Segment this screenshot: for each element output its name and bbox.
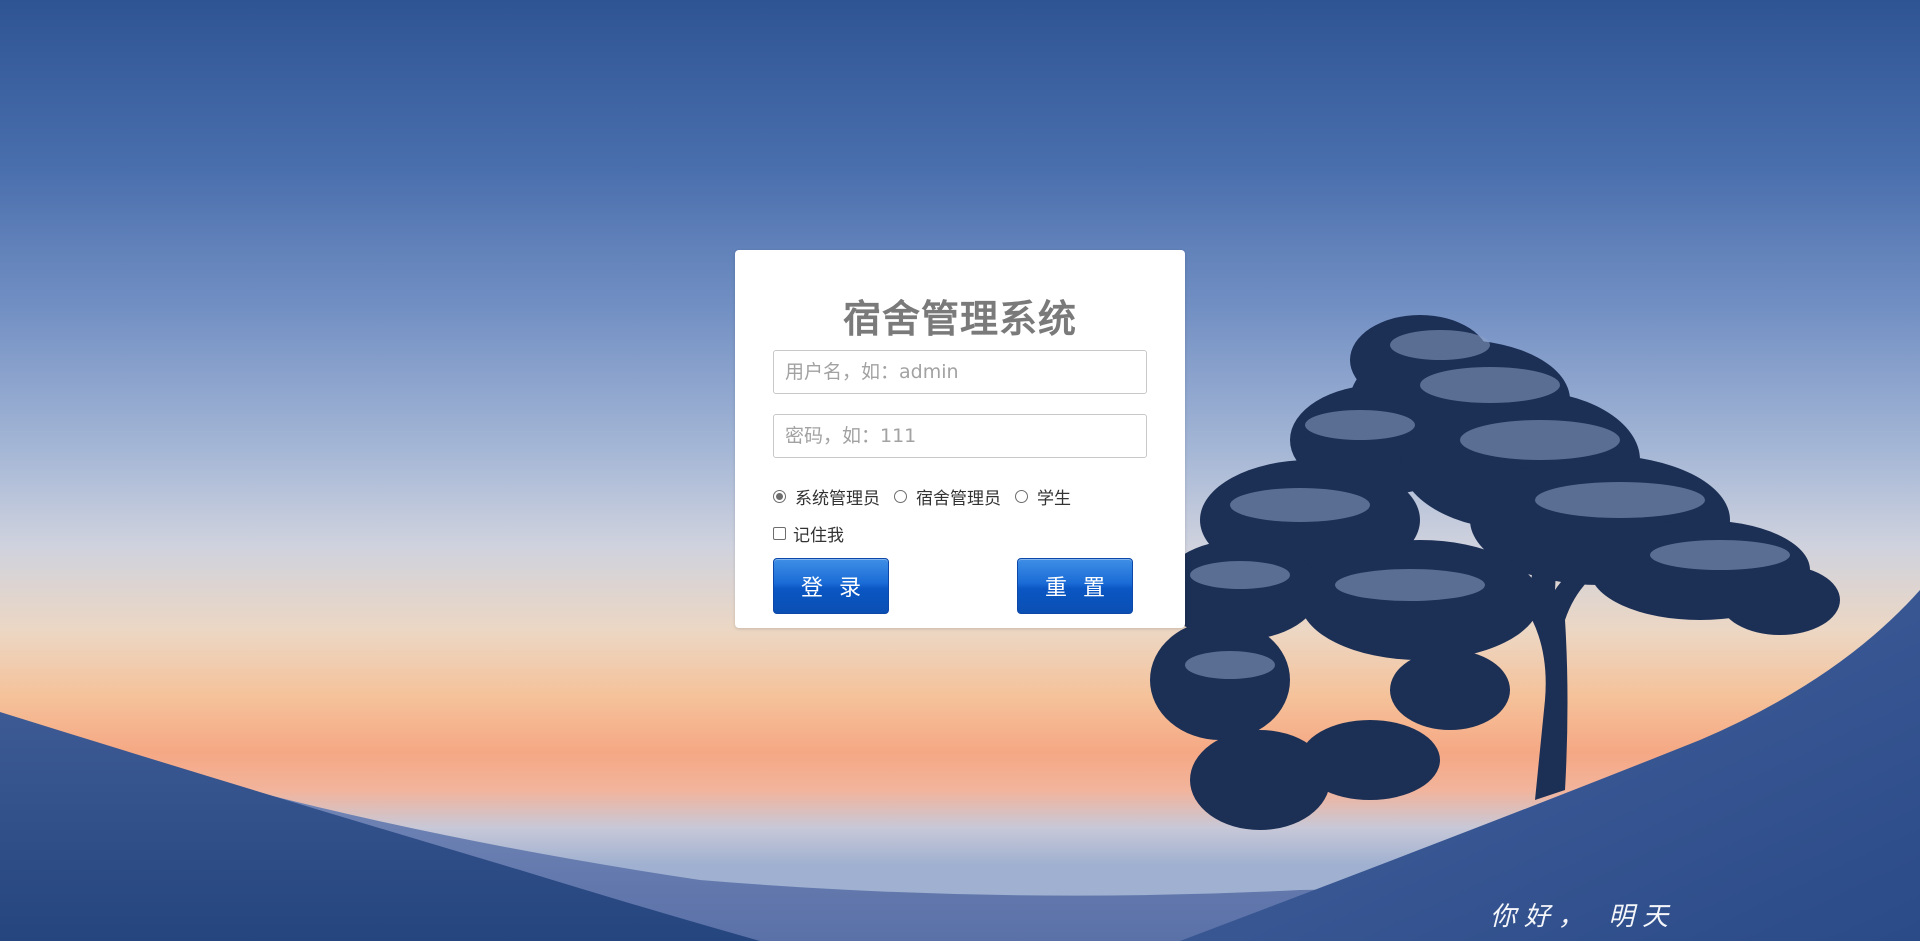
radio-button[interactable] bbox=[773, 489, 786, 503]
role-option-student[interactable]: 学生 bbox=[1015, 484, 1071, 509]
greeting-watermark: 你好， 明天 bbox=[1490, 902, 1677, 932]
radio-button[interactable] bbox=[1015, 489, 1028, 503]
password-input[interactable] bbox=[773, 414, 1147, 458]
remember-me[interactable]: 记住我 bbox=[773, 521, 844, 546]
role-option-dorm-admin[interactable]: 宿舍管理员 bbox=[894, 484, 1001, 509]
login-panel: 宿舍管理系统 系统管理员 宿舍管理员 学生 记住我 登录 重置 bbox=[735, 250, 1185, 628]
login-button[interactable]: 登录 bbox=[773, 558, 889, 614]
role-option-system-admin[interactable]: 系统管理员 bbox=[773, 484, 880, 509]
username-input[interactable] bbox=[773, 350, 1147, 394]
remember-label: 记住我 bbox=[793, 525, 844, 546]
reset-button[interactable]: 重置 bbox=[1017, 558, 1133, 614]
role-label: 系统管理员 bbox=[795, 488, 880, 509]
login-title: 宿舍管理系统 bbox=[842, 297, 1077, 341]
remember-checkbox[interactable] bbox=[773, 526, 786, 540]
role-label: 宿舍管理员 bbox=[916, 488, 1001, 509]
radio-button[interactable] bbox=[894, 489, 907, 503]
radio-selected-dot bbox=[776, 492, 783, 500]
role-label: 学生 bbox=[1037, 488, 1071, 509]
role-selector: 系统管理员 宿舍管理员 学生 bbox=[773, 484, 1085, 509]
